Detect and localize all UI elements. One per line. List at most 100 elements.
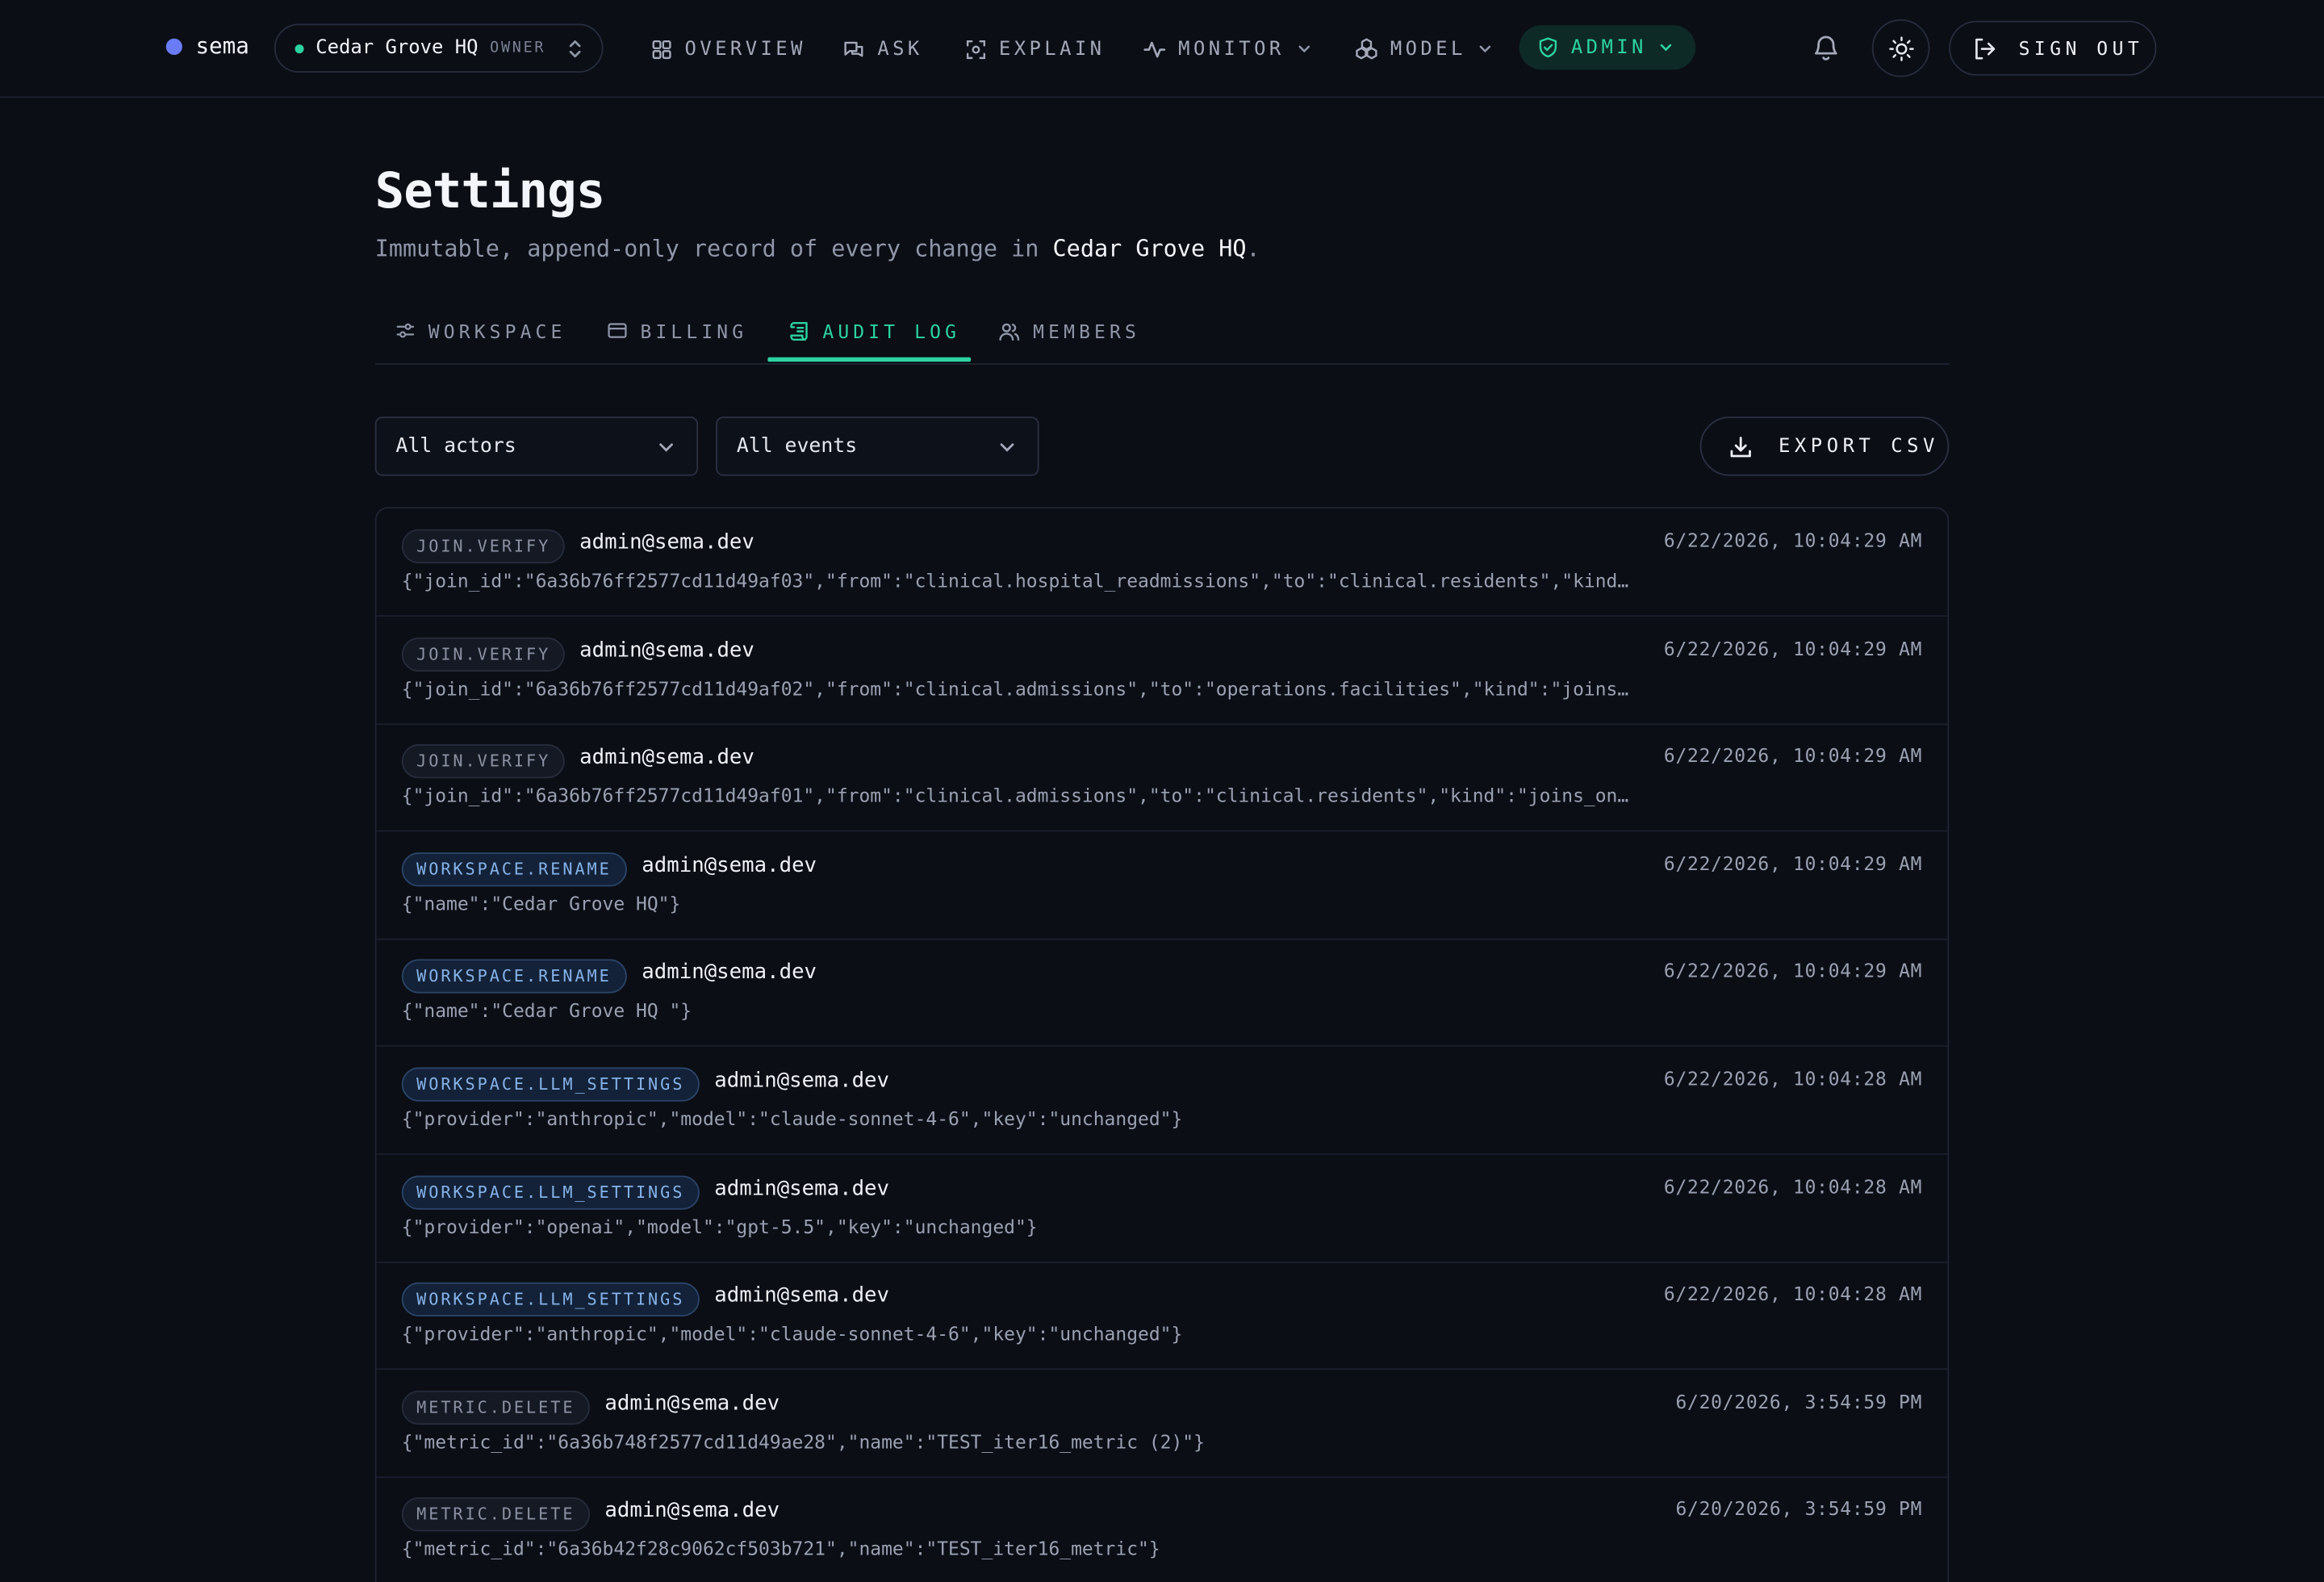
event-payload: {"provider":"openai","model":"gpt-5.5","… <box>401 1215 1038 1237</box>
settings-tabs: WORKSPACE BILLING AUDIT LOG MEMBERS <box>374 298 1950 365</box>
workspace-role-badge: OWNER <box>490 40 546 56</box>
nav-explain-label: EXPLAIN <box>998 37 1106 61</box>
nav-admin[interactable]: ADMIN <box>1519 25 1696 70</box>
audit-log-list: JOIN.VERIFY admin@sema.dev 6/22/2026, 10:0… <box>374 507 1950 1582</box>
nav-monitor-label: MONITOR <box>1178 37 1285 61</box>
credit-card-icon <box>608 323 627 338</box>
nav-overview[interactable]: OVERVIEW <box>650 27 806 71</box>
tab-members[interactable]: MEMBERS <box>997 298 1140 363</box>
event-payload: {"metric_id":"6a36b748f2577cd11d49ae28",… <box>401 1430 1205 1453</box>
event-type-badge: METRIC.DELETE <box>401 1497 590 1533</box>
nav-ask[interactable]: ASK <box>842 27 922 71</box>
nav-model[interactable]: MODEL <box>1355 27 1493 71</box>
actor-email: admin@sema.dev <box>642 960 817 986</box>
chat-icon <box>844 40 863 56</box>
tab-members-label: MEMBERS <box>1033 319 1140 342</box>
event-payload: {"provider":"anthropic","model":"claude-… <box>401 1322 1183 1346</box>
actor-email: admin@sema.dev <box>579 530 754 555</box>
audit-log-row[interactable]: JOIN.VERIFY admin@sema.dev 6/22/2026, 10:0… <box>376 616 1948 725</box>
logout-icon <box>1975 37 1996 59</box>
activity-icon <box>1143 40 1166 57</box>
theme-toggle-button[interactable] <box>1871 19 1930 77</box>
sliders-icon <box>396 323 415 338</box>
page-subtitle-suffix: . <box>1246 236 1260 263</box>
export-csv-button[interactable]: EXPORT CSV <box>1699 416 1950 476</box>
tab-workspace[interactable]: WORKSPACE <box>395 298 566 363</box>
workspace-switcher[interactable]: Cedar Grove HQ OWNER <box>274 23 604 73</box>
nav-monitor[interactable]: MONITOR <box>1143 27 1311 71</box>
brand-name: sema <box>195 32 249 60</box>
actor-email: admin@sema.dev <box>714 1069 890 1093</box>
grid-icon <box>652 40 671 59</box>
audit-log-row[interactable]: JOIN.VERIFY admin@sema.dev 6/22/2026, 10:0… <box>376 724 1948 832</box>
event-timestamp: 6/20/2026, 3:54:59 PM <box>1675 1390 1923 1413</box>
event-type-badge: METRIC.DELETE <box>401 1390 590 1425</box>
focus-scan-icon <box>966 40 986 59</box>
tab-billing-label: BILLING <box>640 319 748 342</box>
event-payload: {"join_id":"6a36b76ff2577cd11d49af02","f… <box>401 676 1629 700</box>
actor-filter-value: All actors <box>395 434 516 458</box>
sign-out-button[interactable]: SIGN OUT <box>1949 20 2157 76</box>
workspace-name: Cedar Grove HQ <box>316 36 479 60</box>
page-subtitle-prefix: Immutable, append-only record of every c… <box>374 236 1053 263</box>
chevron-down-icon <box>1298 45 1310 53</box>
chevron-down-icon <box>1000 443 1014 452</box>
audit-log-row[interactable]: WORKSPACE.LLM_SETTINGS admin@sema.dev 6/22… <box>376 1154 1948 1263</box>
event-type-badge: JOIN.VERIFY <box>401 637 566 672</box>
event-payload: {"name":"Cedar Grove HQ"} <box>401 892 681 914</box>
actor-filter-select[interactable]: All actors <box>374 416 699 476</box>
event-payload: {"name":"Cedar Grove HQ "} <box>401 999 692 1023</box>
export-csv-label: EXPORT CSV <box>1779 435 1939 458</box>
event-timestamp: 6/22/2026, 10:04:28 AM <box>1663 1283 1923 1305</box>
workspace-status-icon <box>295 44 304 53</box>
event-filter-select[interactable]: All events <box>716 416 1039 476</box>
brand-logo[interactable]: sema <box>165 32 249 60</box>
event-timestamp: 6/22/2026, 10:04:29 AM <box>1663 852 1923 875</box>
actor-email: admin@sema.dev <box>714 1176 890 1200</box>
scroll-icon <box>790 321 808 341</box>
audit-log-row[interactable]: WORKSPACE.RENAME admin@sema.dev 6/22/2026,… <box>376 831 1948 940</box>
page-subtitle-workspace: Cedar Grove HQ <box>1052 236 1247 263</box>
audit-log-row[interactable]: WORKSPACE.LLM_SETTINGS admin@sema.dev 6/22… <box>376 1262 1948 1371</box>
sign-out-label: SIGN OUT <box>2018 36 2144 60</box>
cubes-icon <box>1356 38 1377 60</box>
event-timestamp: 6/22/2026, 10:04:28 AM <box>1663 1174 1923 1198</box>
audit-log-row[interactable]: WORKSPACE.LLM_SETTINGS admin@sema.dev 6/22… <box>376 1047 1948 1155</box>
event-payload: {"provider":"anthropic","model":"claude-… <box>401 1107 1183 1130</box>
bell-icon[interactable] <box>1811 32 1841 62</box>
download-icon <box>1730 436 1751 457</box>
nav-ask-label: ASK <box>877 37 923 61</box>
event-payload: {"metric_id":"6a36b42f28c9062cf503b721",… <box>401 1538 1160 1560</box>
event-payload: {"join_id":"6a36b76ff2577cd11d49af01","f… <box>401 784 1629 807</box>
top-nav: sema Cedar Grove HQ OWNER OVERVIEW ASK E… <box>0 0 2324 98</box>
event-timestamp: 6/22/2026, 10:04:29 AM <box>1663 529 1923 552</box>
audit-log-row[interactable]: METRIC.DELETE admin@sema.dev 6/20/2026, 3:… <box>377 1477 1948 1582</box>
audit-log-row[interactable]: JOIN.VERIFY admin@sema.dev 6/22/2026, 10:0… <box>376 508 1948 617</box>
tab-workspace-label: WORKSPACE <box>428 319 566 342</box>
event-type-badge: WORKSPACE.RENAME <box>401 960 627 994</box>
event-timestamp: 6/22/2026, 10:04:29 AM <box>1663 744 1923 767</box>
actor-email: admin@sema.dev <box>579 746 754 770</box>
actor-email: admin@sema.dev <box>714 1283 890 1308</box>
event-type-badge: WORKSPACE.LLM_SETTINGS <box>401 1174 700 1210</box>
event-type-badge: WORKSPACE.RENAME <box>401 852 627 886</box>
brand-dot-icon <box>165 37 182 55</box>
chevron-down-icon <box>659 443 673 452</box>
active-tab-indicator <box>767 357 972 362</box>
actor-email: admin@sema.dev <box>642 853 817 877</box>
chevron-down-icon <box>1660 44 1672 52</box>
event-timestamp: 6/22/2026, 10:04:28 AM <box>1663 1067 1923 1090</box>
tab-audit-log[interactable]: AUDIT LOG <box>788 298 960 363</box>
event-timestamp: 6/20/2026, 3:54:59 PM <box>1675 1497 1923 1521</box>
event-filter-value: All events <box>736 434 858 458</box>
tab-audit-log-label: AUDIT LOG <box>822 319 961 342</box>
audit-log-row[interactable]: WORKSPACE.RENAME admin@sema.dev 6/22/2026,… <box>376 939 1948 1048</box>
audit-log-row[interactable]: METRIC.DELETE admin@sema.dev 6/20/2026, 3:… <box>376 1370 1948 1478</box>
tab-billing[interactable]: BILLING <box>606 298 747 363</box>
nav-explain[interactable]: EXPLAIN <box>965 27 1106 71</box>
chevron-updown-icon <box>569 40 581 58</box>
event-timestamp: 6/22/2026, 10:04:29 AM <box>1663 637 1923 659</box>
event-timestamp: 6/22/2026, 10:04:29 AM <box>1663 960 1923 982</box>
event-type-badge: WORKSPACE.LLM_SETTINGS <box>401 1283 700 1317</box>
actor-email: admin@sema.dev <box>604 1392 780 1416</box>
